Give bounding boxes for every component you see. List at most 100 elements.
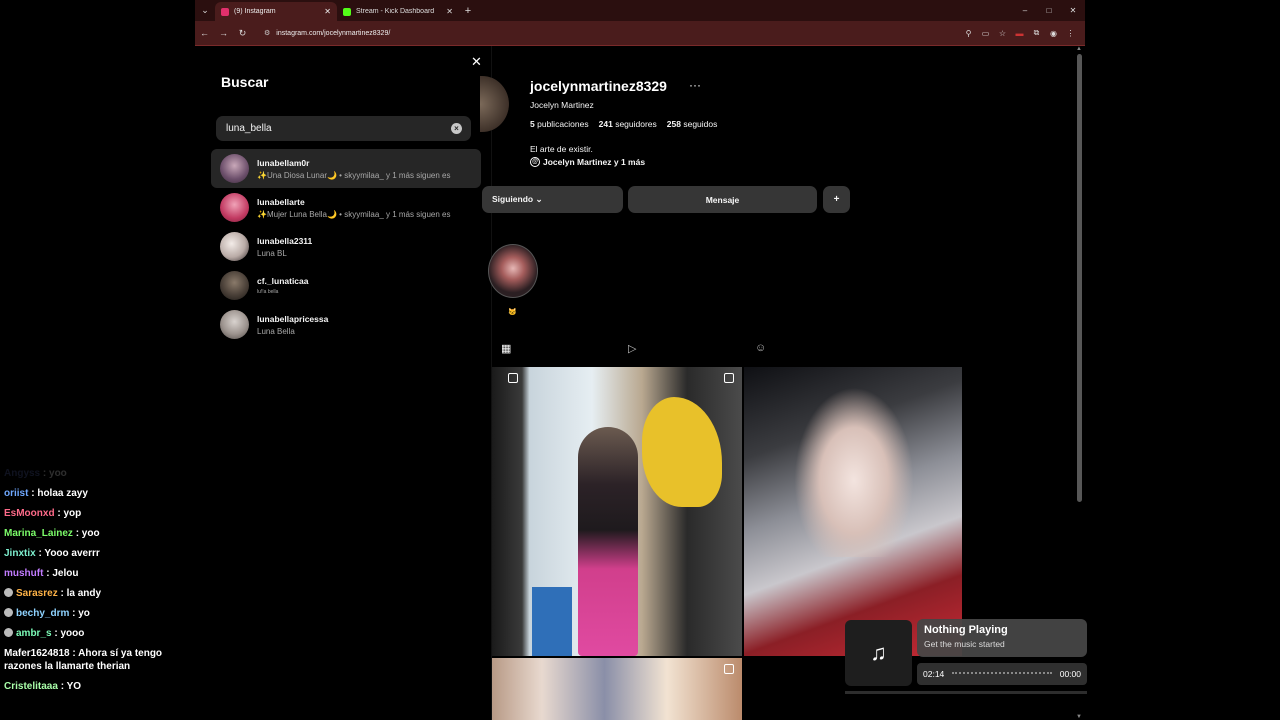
extensions-icon[interactable]: ⧉: [1028, 28, 1045, 38]
post-thumbnail[interactable]: [492, 367, 742, 656]
avatar: [220, 154, 249, 183]
suggest-user-icon[interactable]: +: [823, 186, 850, 213]
result-lunabellam0r[interactable]: lunabellam0r ✨Una Diosa Lunar🌙 • skyymil…: [211, 149, 481, 188]
close-search-icon[interactable]: ✕: [471, 54, 482, 70]
threads-icon: @: [530, 157, 540, 167]
chat-username: ambr_s: [16, 628, 52, 639]
reels-icon[interactable]: ▷: [628, 342, 636, 355]
post-thumbnail[interactable]: [744, 367, 962, 656]
chat-username: bechy_drm: [16, 608, 70, 619]
chat-text: : la andy: [60, 588, 102, 599]
result-lunabella2311[interactable]: lunabella2311 Luna BL: [211, 227, 481, 266]
post-image-detail: [578, 427, 638, 656]
highlight-label: 🐱: [508, 309, 517, 316]
profile-username: jocelynmartinez8329: [530, 78, 667, 94]
minimize-button[interactable]: –: [1013, 0, 1037, 21]
chat-message: ambr_s : yooo: [4, 627, 194, 640]
menu-icon[interactable]: ⋮: [1062, 29, 1079, 38]
profile-icon[interactable]: ◉: [1045, 29, 1062, 38]
chat-message: Jinxtix : Yooo averrr: [4, 547, 194, 560]
posts-stat: 5 publicaciones: [530, 119, 589, 129]
chat-username: Sarasrez: [16, 588, 58, 599]
scroll-thumb[interactable]: [1077, 54, 1082, 502]
forward-button[interactable]: →: [214, 28, 233, 38]
stream-chat: Angyss : yoo oriist : holaa zayy EsMoonxd …: [4, 467, 194, 700]
zoom-icon[interactable]: ⚲: [960, 29, 977, 38]
chat-text: : holaa zayy: [31, 488, 88, 499]
tab-search-icon[interactable]: ⌄: [195, 0, 215, 21]
music-title: Nothing Playing: [924, 624, 1008, 636]
message-button[interactable]: Mensaje: [628, 186, 817, 213]
tab-instagram[interactable]: (9) Instagram ✕: [215, 2, 337, 21]
chat-text: : Yooo averrr: [38, 548, 100, 559]
post-image-detail: [642, 397, 722, 507]
result-subtitle: ✨Una Diosa Lunar🌙 • skyymilaa_ y 1 más s…: [257, 170, 451, 180]
chat-message: bechy_drm : yo: [4, 607, 194, 620]
chat-message: Marina_Lainez : yoo: [4, 527, 194, 540]
result-lunabellapricessa[interactable]: lunabellapricessa Luna Bella: [211, 305, 481, 344]
profile-full-name: Jocelyn Martinez: [530, 100, 594, 110]
result-username: lunabellarte: [257, 196, 305, 207]
carousel-icon: [724, 664, 734, 674]
tab-kick-dashboard[interactable]: Stream - Kick Dashboard ✕: [337, 2, 459, 21]
tab-title: Stream - Kick Dashboard: [356, 8, 435, 15]
music-subtitle: Get the music started: [924, 639, 1005, 649]
music-progress-bar: [845, 691, 1087, 694]
result-lunabellarte[interactable]: lunabellarte ✨Mujer Luna Bella🌙 • skyymi…: [211, 188, 481, 227]
result-subtitle: Luna Bella: [257, 326, 295, 336]
chat-badge-icon: [4, 588, 13, 597]
cast-icon[interactable]: ▭: [977, 29, 994, 38]
music-track: [952, 672, 1052, 676]
result-username: lunabellam0r: [257, 157, 310, 168]
tab-title: (9) Instagram: [234, 8, 276, 15]
extension-red-icon[interactable]: ▬: [1011, 29, 1028, 38]
bookmark-star-icon[interactable]: ☆: [994, 29, 1011, 38]
instagram-favicon-icon: [221, 7, 229, 16]
post-thumbnail[interactable]: [492, 658, 742, 720]
followers-stat[interactable]: 241 seguidores: [599, 119, 657, 129]
music-timeline: 02:14 00:00: [917, 663, 1087, 685]
threads-text: Jocelyn Martinez y 1 más: [543, 157, 646, 167]
following-button[interactable]: Siguiendo ⌄: [482, 186, 623, 213]
chat-message: Sarasrez : la andy: [4, 587, 194, 600]
search-input[interactable]: [226, 123, 446, 134]
scroll-up-icon[interactable]: ▲: [1076, 46, 1082, 52]
profile-avatar[interactable]: [480, 76, 510, 132]
result-subtitle: ✨Mujer Luna Bella🌙 • skyymilaa_ y 1 más …: [257, 209, 451, 219]
site-info-icon[interactable]: ⚙: [264, 29, 270, 37]
tab-close-icon[interactable]: ✕: [446, 7, 453, 16]
story-highlight[interactable]: [488, 244, 538, 298]
posts-grid-icon[interactable]: ▦: [501, 342, 511, 355]
address-bar[interactable]: ⚙ instagram.com/jocelynmartinez8329/: [258, 24, 948, 42]
result-username: lunabellapricessa: [257, 313, 329, 324]
now-playing-card: Nothing Playing Get the music started: [917, 619, 1087, 657]
carousel-icon: [724, 373, 734, 383]
scroll-down-icon[interactable]: ▼: [1076, 714, 1082, 720]
search-field[interactable]: ×: [216, 116, 471, 141]
back-button[interactable]: ←: [195, 28, 214, 38]
chat-message: Cristelitaaa : YO: [4, 680, 194, 693]
chat-text: : YO: [60, 681, 82, 692]
chat-badge-icon: [4, 608, 13, 617]
chat-text: : yo: [72, 608, 90, 619]
following-stat[interactable]: 258 seguidos: [667, 119, 718, 129]
reload-button[interactable]: ↻: [233, 28, 252, 39]
profile-bio: El arte de existir.: [530, 144, 593, 154]
chat-username: Jinxtix: [4, 548, 36, 559]
tagged-icon[interactable]: ☺: [755, 342, 766, 354]
post-image-detail: [794, 387, 914, 557]
toolbar-actions: ⚲ ▭ ☆ ▬ ⧉ ◉ ⋮: [960, 21, 1079, 45]
tab-close-icon[interactable]: ✕: [324, 7, 331, 16]
maximize-button[interactable]: □: [1037, 0, 1061, 21]
clear-search-icon[interactable]: ×: [451, 123, 462, 134]
chat-message: EsMoonxd : yop: [4, 507, 194, 520]
chat-message: mushuft : Jelou: [4, 567, 194, 580]
more-options-icon[interactable]: ···: [689, 78, 701, 92]
threads-link[interactable]: @ Jocelyn Martinez y 1 más: [530, 157, 645, 167]
new-tab-button[interactable]: +: [459, 5, 477, 17]
chat-badge-icon: [4, 628, 13, 637]
music-remaining: 00:00: [1059, 669, 1081, 679]
result-cf-lunaticaa[interactable]: cf._lunaticaa lu!!a bella: [211, 266, 481, 305]
close-window-button[interactable]: ✕: [1061, 0, 1085, 21]
result-subtitle: Luna BL: [257, 248, 287, 258]
